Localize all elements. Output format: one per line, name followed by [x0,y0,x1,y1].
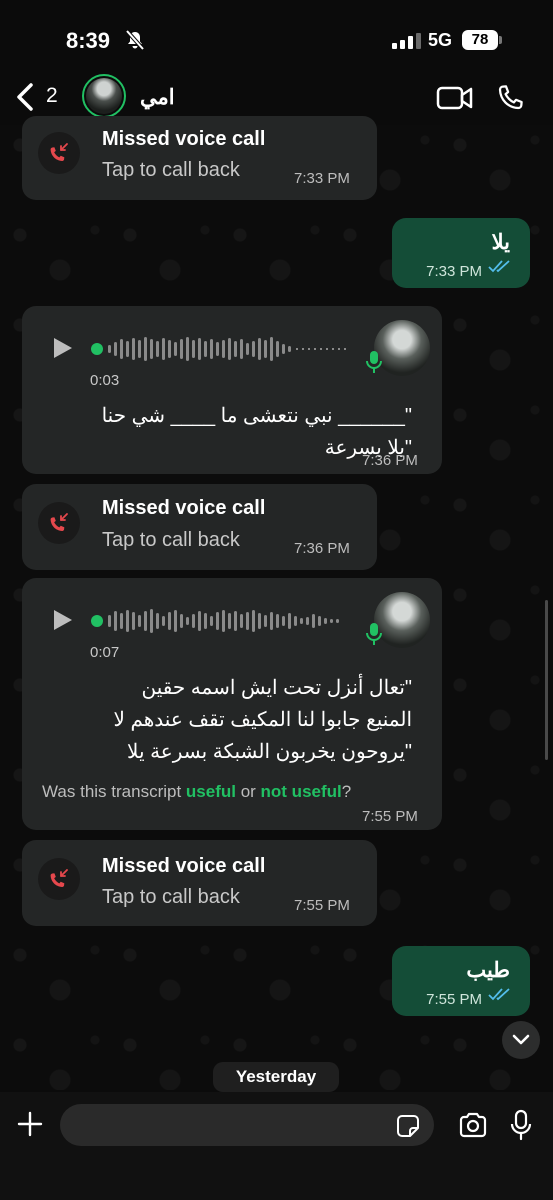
missed-call-bubble[interactable]: Missed voice call Tap to call back 7:55 … [22,840,377,926]
message-input[interactable] [60,1104,434,1146]
missed-call-icon [50,869,68,887]
missed-call-icon [50,143,68,161]
status-bar: 8:39 5G 78 [0,0,553,80]
waveform[interactable] [90,604,352,638]
missed-call-subtitle: Tap to call back [102,529,240,551]
unread-count[interactable]: 2 [46,84,58,108]
battery-tip [499,36,502,44]
bell-off-icon [124,29,146,56]
signal-icon [392,33,422,54]
feedback-useful-link[interactable]: useful [186,782,236,801]
message-time: 7:36 PM [362,452,418,469]
scrollbar[interactable] [545,600,548,760]
camera-icon[interactable] [458,1112,488,1143]
transcript-line: "يروحون يخربون الشبكة بسرعة يلا [127,741,412,763]
outgoing-message[interactable]: طيب 7:55 PM [392,946,530,1016]
message-time: 7:55 PM [294,897,350,914]
voice-transcript: "تعال أنزل تحت ايش اسمه حقين المنيع جابو… [32,672,412,768]
message-time: 7:55 PM [426,991,482,1008]
date-separator: Yesterday [213,1062,339,1092]
missed-call-icon [50,513,68,531]
message-time: 7:33 PM [294,170,350,187]
play-icon[interactable] [52,336,74,365]
composer-bar [0,1092,553,1200]
microphone-icon[interactable] [510,1109,532,1146]
play-icon[interactable] [52,608,74,637]
feedback-or: or [235,782,261,801]
feedback-prefix: Was this transcript [42,782,186,801]
missed-call-bubble[interactable]: Missed voice call Tap to call back 7:36 … [22,484,377,570]
network-type: 5G [428,30,453,50]
sender-avatar [374,592,430,648]
missed-call-subtitle: Tap to call back [102,886,240,908]
video-call-icon[interactable] [436,84,474,117]
contact-name[interactable]: امي [140,85,175,110]
voice-message-bubble[interactable]: 0:03 "______ نبي نتعشى ما ____ شي حنا "ي… [22,306,442,474]
avatar-image [86,78,122,114]
missed-call-icon-wrap [38,858,80,900]
sender-avatar [374,320,430,376]
status-time: 8:39 [66,28,111,53]
feedback-not-useful-link[interactable]: not useful [261,782,342,801]
transcript-feedback: Was this transcript useful or not useful… [42,782,351,802]
feedback-suffix: ? [341,782,352,801]
waveform[interactable] [90,332,352,366]
transcript-line: "______ نبي نتعشى ما ____ شي حنا [101,405,412,427]
voice-duration: 0:03 [90,372,120,389]
message-text: يلا [491,231,510,254]
read-ticks-icon [488,987,512,1006]
missed-call-title: Missed voice call [102,128,266,150]
outgoing-message[interactable]: يلا 7:33 PM [392,218,530,288]
transcript-line: "تعال أنزل تحت ايش اسمه حقين [141,677,413,699]
missed-call-icon-wrap [38,502,80,544]
voice-call-icon[interactable] [494,82,526,119]
plus-icon[interactable] [16,1110,44,1143]
message-text: طيب [466,959,510,982]
transcript-line: "يلا بسرعة [324,437,412,459]
message-time: 7:36 PM [294,540,350,557]
voice-mic-icon [366,622,382,651]
back-chevron-icon[interactable] [14,82,36,117]
battery-level: 78 [462,30,498,50]
voice-transcript: "______ نبي نتعشى ما ____ شي حنا "يلا بس… [42,400,412,464]
contact-avatar[interactable] [82,74,126,118]
scroll-to-bottom-button[interactable] [502,1021,540,1059]
chevron-down-icon [512,1034,530,1045]
voice-duration: 0:07 [90,644,120,661]
missed-call-title: Missed voice call [102,497,266,519]
message-time: 7:55 PM [362,808,418,825]
message-time: 7:33 PM [426,263,482,280]
missed-call-bubble[interactable]: Missed voice call Tap to call back 7:33 … [22,116,377,200]
transcript-line: المنيع جابوا لنا المكيف تقف عندهم لا [113,709,412,731]
missed-call-title: Missed voice call [102,855,266,877]
missed-call-icon-wrap [38,132,80,174]
voice-message-bubble[interactable]: 0:07 "تعال أنزل تحت ايش اسمه حقين المنيع… [22,578,442,830]
voice-mic-icon [366,350,382,379]
read-ticks-icon [488,259,512,278]
missed-call-subtitle: Tap to call back [102,159,240,181]
sticker-icon[interactable] [396,1114,420,1143]
